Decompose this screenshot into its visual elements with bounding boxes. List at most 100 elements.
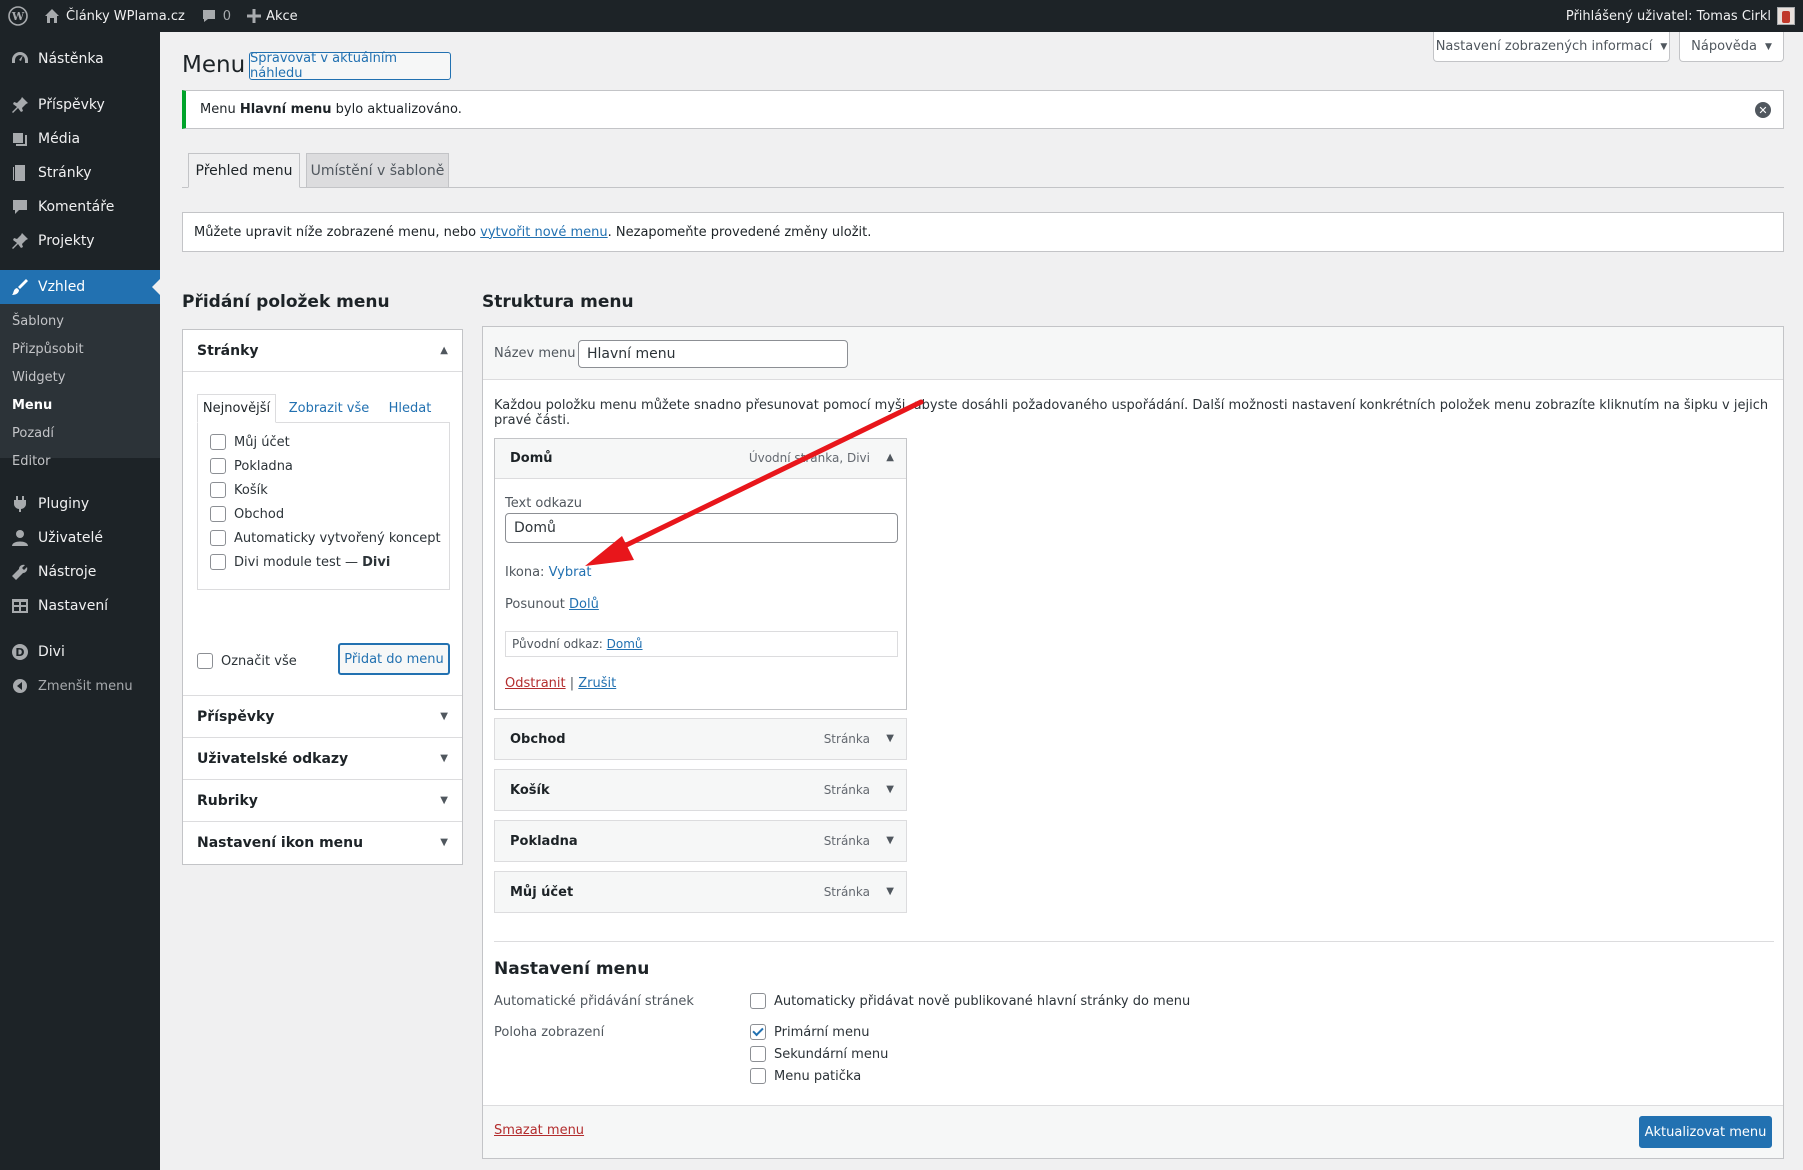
- menu-item-expanded: Domů Úvodní stránka, Divi ▲ Text odkazu …: [494, 438, 907, 710]
- sidebar-item-settings[interactable]: Nastavení: [0, 589, 160, 623]
- manage-live-preview-button[interactable]: Spravovat v aktuálním náhledu: [249, 51, 451, 81]
- list-item[interactable]: Obchod: [210, 506, 284, 522]
- svg-text:W: W: [11, 10, 25, 23]
- auto-add-label: Automatické přidávání stránek: [494, 994, 694, 1009]
- accordion-pages-body: Nejnovější Zobrazit vše Hledat Můj účet …: [183, 372, 462, 696]
- sidebar-item-dashboard[interactable]: Nástěnka: [0, 42, 160, 76]
- accordion-menu-icons-header[interactable]: Nastavení ikon menu ▼: [183, 822, 462, 864]
- add-to-menu-button[interactable]: Přidat do menu: [338, 643, 450, 675]
- location-box[interactable]: [750, 1046, 766, 1062]
- save-menu-button[interactable]: Aktualizovat menu: [1639, 1116, 1772, 1148]
- delete-menu-link[interactable]: Smazat menu: [494, 1123, 584, 1138]
- menu-item-collapsed[interactable]: Můj účet Stránka ▼: [494, 871, 907, 913]
- caret-down-icon[interactable]: ▼: [886, 784, 894, 795]
- sidebar-item-pages[interactable]: Stránky: [0, 156, 160, 190]
- notice-menu-name: Hlavní menu: [239, 102, 332, 117]
- page-icon: [10, 163, 30, 183]
- sidebar-item-comments[interactable]: Komentáře: [0, 190, 160, 224]
- submenu-item-editor[interactable]: Editor: [12, 454, 50, 469]
- sidebar-item-divi[interactable]: D Divi: [0, 635, 160, 669]
- sidebar-item-projects[interactable]: Projekty: [0, 224, 160, 258]
- remove-item-link[interactable]: Odstranit: [505, 676, 566, 691]
- wordpress-logo-icon[interactable]: W: [0, 0, 36, 32]
- sidebar-item-appearance[interactable]: Vzhled: [0, 270, 160, 304]
- auto-add-box[interactable]: [750, 993, 766, 1009]
- page-checkbox[interactable]: [210, 434, 226, 450]
- submenu-item-menus[interactable]: Menu: [12, 398, 52, 413]
- page-checkbox[interactable]: [210, 506, 226, 522]
- divi-icon: D: [10, 642, 30, 662]
- accordion-posts-header[interactable]: Příspěvky ▼: [183, 696, 462, 738]
- page-checkbox[interactable]: [210, 458, 226, 474]
- menu-item-collapsed[interactable]: Košík Stránka ▼: [494, 769, 907, 811]
- submenu-item-widgets[interactable]: Widgety: [12, 370, 65, 385]
- screen-options-button[interactable]: Nastavení zobrazených informací ▼: [1433, 32, 1670, 62]
- location-footer-checkbox[interactable]: Menu patička: [750, 1068, 861, 1084]
- caret-up-icon[interactable]: ▲: [886, 452, 894, 463]
- submenu-item-themes[interactable]: Šablony: [12, 314, 64, 329]
- menu-item-collapsed[interactable]: Pokladna Stránka ▼: [494, 820, 907, 862]
- subtab-search[interactable]: Hledat: [380, 394, 440, 423]
- submenu-item-customize[interactable]: Přizpůsobit: [12, 342, 84, 357]
- page-checkbox[interactable]: [210, 530, 226, 546]
- sidebar-item-plugins[interactable]: Pluginy: [0, 487, 160, 521]
- page-checkbox[interactable]: [210, 554, 226, 570]
- list-item[interactable]: Automaticky vytvořený koncept: [210, 530, 441, 546]
- menu-name-label: Název menu: [494, 346, 576, 361]
- menu-item-collapsed[interactable]: Obchod Stránka ▼: [494, 718, 907, 760]
- comments-link[interactable]: 0: [193, 0, 239, 32]
- caret-up-icon: ▲: [440, 345, 448, 356]
- media-icon: [10, 129, 30, 149]
- sidebar-item-posts[interactable]: Příspěvky: [0, 88, 160, 122]
- dismiss-icon[interactable]: ✕: [1755, 102, 1771, 118]
- submenu-item-background[interactable]: Pozadí: [12, 426, 54, 441]
- menu-item-header[interactable]: Domů Úvodní stránka, Divi ▲: [495, 439, 906, 479]
- page-checkbox[interactable]: [210, 482, 226, 498]
- original-link[interactable]: Domů: [607, 637, 643, 651]
- subtab-most-recent[interactable]: Nejnovější: [197, 394, 276, 423]
- check-icon[interactable]: [750, 1024, 766, 1040]
- new-content-link[interactable]: Akce: [239, 0, 306, 32]
- location-secondary-checkbox[interactable]: Sekundární menu: [750, 1046, 888, 1062]
- help-button[interactable]: Nápověda ▼: [1679, 32, 1784, 62]
- choose-icon-link[interactable]: Vybrat: [549, 565, 592, 580]
- create-new-menu-link[interactable]: vytvořit nové menu: [480, 225, 607, 240]
- select-all-checkbox[interactable]: Označit vše: [197, 653, 297, 669]
- location-primary-checkbox[interactable]: Primární menu: [750, 1024, 869, 1040]
- caret-down-icon[interactable]: ▼: [886, 733, 894, 744]
- caret-down-icon[interactable]: ▼: [886, 835, 894, 846]
- tab-manage-locations[interactable]: Umístění v šabloně: [306, 153, 449, 188]
- sidebar-item-media[interactable]: Média: [0, 122, 160, 156]
- user-greeting: Přihlášený uživatel: Tomas Cirkl: [1565, 8, 1771, 24]
- list-item[interactable]: Můj účet: [210, 434, 290, 450]
- success-notice: Menu Hlavní menu bylo aktualizováno. ✕: [182, 90, 1784, 129]
- svg-text:D: D: [15, 646, 24, 659]
- move-down-link[interactable]: Dolů: [569, 597, 599, 612]
- link-text-input[interactable]: Domů: [505, 513, 898, 543]
- site-name-link[interactable]: Články WPlama.cz: [36, 0, 193, 32]
- auto-add-checkbox[interactable]: Automaticky přidávat nově publikované hl…: [750, 993, 1190, 1009]
- sidebar-collapse-button[interactable]: Zmenšit menu: [0, 669, 160, 703]
- select-all-box[interactable]: [197, 653, 213, 669]
- list-item[interactable]: Pokladna: [210, 458, 293, 474]
- list-item[interactable]: Košík: [210, 482, 268, 498]
- pages-checklist: Můj účet Pokladna Košík Obchod Automatic…: [197, 422, 450, 590]
- accordion-categories-header[interactable]: Rubriky ▼: [183, 780, 462, 822]
- new-content-label: Akce: [266, 8, 298, 24]
- sidebar-item-tools[interactable]: Nástroje: [0, 555, 160, 589]
- location-box[interactable]: [750, 1068, 766, 1084]
- accordion-pages-header[interactable]: Stránky ▲: [183, 330, 462, 372]
- caret-down-icon: ▼: [440, 837, 448, 848]
- accordion-custom-links-header[interactable]: Uživatelské odkazy ▼: [183, 738, 462, 780]
- tab-edit-menus[interactable]: Přehled menu: [188, 153, 300, 188]
- cancel-item-link[interactable]: Zrušit: [578, 676, 616, 691]
- plugin-icon: [10, 494, 30, 514]
- pin-icon: [10, 95, 30, 115]
- list-item[interactable]: Divi module test — Divi: [210, 554, 390, 570]
- subtab-view-all[interactable]: Zobrazit vše: [284, 394, 374, 423]
- caret-down-icon[interactable]: ▼: [886, 886, 894, 897]
- add-menu-items-panel: Stránky ▲ Nejnovější Zobrazit vše Hledat…: [182, 329, 463, 865]
- user-account-link[interactable]: Přihlášený uživatel: Tomas Cirkl: [1558, 0, 1803, 32]
- sidebar-item-users[interactable]: Uživatelé: [0, 521, 160, 555]
- menu-name-input[interactable]: Hlavní menu: [578, 340, 848, 368]
